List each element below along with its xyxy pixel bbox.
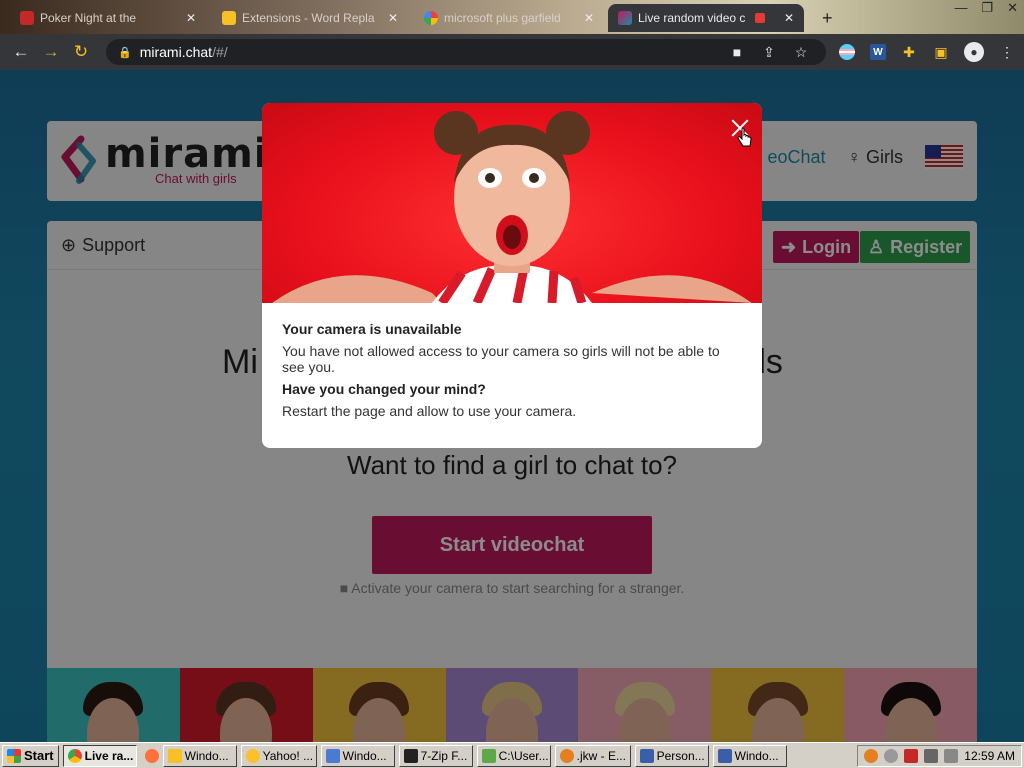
url-host: mirami.chat bbox=[139, 44, 213, 60]
reload-icon[interactable]: ↻ bbox=[66, 42, 96, 62]
hand-cursor-icon bbox=[737, 127, 752, 147]
chrome-icon bbox=[67, 748, 82, 763]
dialog-body: Your camera is unavailable You have not … bbox=[282, 321, 742, 425]
7zip-icon bbox=[403, 748, 418, 763]
task-label: Windo... bbox=[342, 748, 387, 763]
task-label: 7-Zip F... bbox=[420, 748, 468, 763]
window-app-icon bbox=[167, 748, 182, 763]
menu-kebab-icon[interactable]: ⋮ bbox=[998, 43, 1016, 61]
camera-unavailable-dialog: Your camera is unavailable You have not … bbox=[262, 103, 762, 448]
task-label: Person... bbox=[656, 748, 705, 763]
taskbar-item-windows-1[interactable]: Windo... bbox=[162, 744, 237, 767]
url-field[interactable]: 🔒 mirami.chat /#/ bbox=[106, 39, 826, 65]
windows-taskbar: Start Live ra... Windo... Yahoo! ... Win… bbox=[0, 742, 1024, 768]
forward-arrow-icon[interactable]: → bbox=[36, 42, 66, 62]
window-app-icon bbox=[639, 748, 654, 763]
tab-close-icon[interactable]: ✕ bbox=[784, 11, 794, 25]
taskbar-item-chrome[interactable]: Live ra... bbox=[62, 744, 137, 767]
tab-label: Live random video c bbox=[638, 11, 746, 25]
windows-logo-icon bbox=[7, 748, 21, 763]
taskbar-item-person[interactable]: Person... bbox=[634, 744, 709, 767]
lock-icon: 🔒 bbox=[118, 46, 132, 59]
tray-search-icon[interactable] bbox=[864, 749, 879, 763]
extension-flag-icon[interactable] bbox=[838, 43, 856, 61]
folder-icon bbox=[481, 748, 496, 763]
recording-icon bbox=[755, 13, 766, 23]
start-label: Start bbox=[24, 748, 54, 763]
mirami-favicon-icon bbox=[618, 11, 632, 25]
new-tab-button[interactable]: + bbox=[812, 4, 842, 32]
back-arrow-icon[interactable]: ← bbox=[6, 42, 36, 62]
tab-label: Extensions - Word Repla bbox=[242, 11, 375, 25]
search-magnifier-icon bbox=[559, 748, 574, 763]
start-button[interactable]: Start bbox=[2, 744, 59, 767]
tab-google-search[interactable]: microsoft plus garfield ✕ bbox=[414, 4, 604, 32]
taskbar-item-yahoo[interactable]: Yahoo! ... bbox=[240, 744, 317, 767]
tray-speaker-icon[interactable] bbox=[944, 749, 959, 763]
close-window-icon[interactable]: ✕ bbox=[1007, 0, 1018, 16]
profile-avatar-icon[interactable]: ● bbox=[964, 42, 984, 62]
clock: 12:59 AM bbox=[964, 749, 1015, 763]
firefox-icon[interactable] bbox=[144, 748, 159, 763]
tab-close-icon[interactable]: ✕ bbox=[186, 11, 196, 25]
system-tray: 12:59 AM bbox=[857, 745, 1022, 767]
tab-poker-night[interactable]: Poker Night at the ✕ bbox=[10, 4, 206, 32]
dialog-text-restart: Restart the page and allow to use your c… bbox=[282, 403, 577, 419]
google-icon bbox=[424, 11, 438, 25]
minimize-icon[interactable]: — bbox=[954, 0, 967, 16]
share-icon[interactable]: ⇪ bbox=[760, 43, 778, 61]
side-panel-icon[interactable]: ▣ bbox=[932, 43, 950, 61]
dialog-photo bbox=[262, 103, 762, 303]
taskbar-item-7zip[interactable]: 7-Zip F... bbox=[398, 744, 473, 767]
dialog-heading-changed-mind: Have you changed your mind? bbox=[282, 381, 486, 397]
browser-tab-strip: Poker Night at the ✕ Extensions - Word R… bbox=[0, 0, 1024, 34]
yahoo-smiley-icon bbox=[245, 748, 260, 763]
task-label: Windo... bbox=[734, 748, 779, 763]
tab-extensions[interactable]: Extensions - Word Repla ✕ bbox=[212, 4, 408, 32]
dialog-heading-camera: Your camera is unavailable bbox=[282, 321, 462, 337]
tray-status-icon[interactable] bbox=[884, 749, 899, 763]
task-label: Windo... bbox=[184, 748, 229, 763]
window-app-icon bbox=[325, 748, 340, 763]
camera-icon[interactable]: ■ bbox=[728, 43, 746, 61]
tab-favicon-icon bbox=[20, 11, 34, 25]
task-label: Live ra... bbox=[84, 748, 134, 763]
taskbar-item-windows-3[interactable]: Windo... bbox=[712, 744, 787, 767]
tab-label: Poker Night at the bbox=[40, 11, 137, 25]
taskbar-item-windows-2[interactable]: Windo... bbox=[320, 744, 395, 767]
address-bar-row: ← → ↻ 🔒 mirami.chat /#/ ■ ⇪ ☆ W ✚ ▣ ● ⋮ bbox=[0, 34, 1024, 70]
page-viewport: mirami Chat with girls eoChat ♀ Girls ⊕ … bbox=[0, 70, 1024, 742]
taskbar-item-explorer[interactable]: C:\User... bbox=[476, 744, 551, 767]
puzzle-icon bbox=[222, 11, 236, 25]
url-path: /#/ bbox=[212, 44, 228, 60]
maximize-icon[interactable]: ❐ bbox=[981, 0, 993, 16]
dialog-text-camera: You have not allowed access to your came… bbox=[282, 343, 720, 375]
task-label: C:\User... bbox=[498, 748, 549, 763]
taskbar-item-jkw[interactable]: .jkw - E... bbox=[554, 744, 631, 767]
toolbar-icons: ■ ⇪ ☆ W ✚ ▣ ● ⋮ bbox=[728, 34, 1016, 70]
tab-label: microsoft plus garfield bbox=[444, 11, 561, 25]
task-label: .jkw - E... bbox=[576, 748, 626, 763]
extensions-puzzle-icon[interactable]: ✚ bbox=[900, 43, 918, 61]
bookmark-star-icon[interactable]: ☆ bbox=[792, 43, 810, 61]
tab-close-icon[interactable]: ✕ bbox=[388, 11, 398, 25]
tray-network-icon[interactable] bbox=[924, 749, 939, 763]
task-label: Yahoo! ... bbox=[262, 748, 314, 763]
surprised-girl-image bbox=[272, 111, 752, 303]
extension-word-icon[interactable]: W bbox=[870, 44, 886, 60]
tab-close-icon[interactable]: ✕ bbox=[584, 11, 594, 25]
window-controls: — ❐ ✕ bbox=[954, 0, 1018, 16]
tab-live-random-video[interactable]: Live random video c ✕ bbox=[608, 4, 804, 32]
window-app-icon bbox=[717, 748, 732, 763]
tray-shield-icon[interactable] bbox=[904, 749, 919, 763]
